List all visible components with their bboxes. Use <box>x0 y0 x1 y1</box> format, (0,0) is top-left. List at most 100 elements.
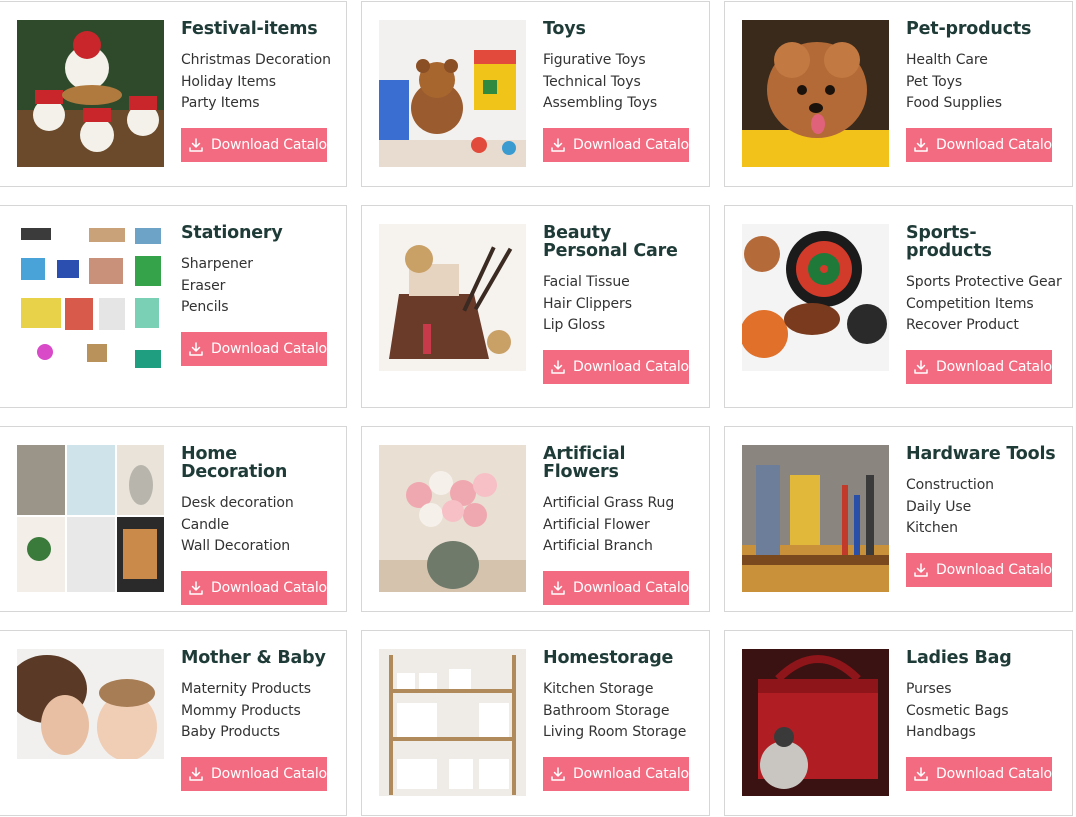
category-title: Ladies Bag <box>906 648 1012 668</box>
subcategory-item[interactable]: Kitchen Storage <box>543 679 698 701</box>
download-catalog-button[interactable]: Download Catalog <box>543 349 698 384</box>
download-catalog-button[interactable]: Download Catalog <box>906 349 1061 384</box>
subcategory-item[interactable]: Pencils <box>181 297 336 319</box>
rose-vase-photo[interactable] <box>379 445 526 592</box>
download-catalog-label: Download Catalog <box>573 765 698 782</box>
subcategory-item[interactable]: Pet Toys <box>906 72 1061 94</box>
category-title: Sports-products <box>906 223 992 261</box>
subcategory-item[interactable]: Assembling Toys <box>543 93 698 115</box>
subcategory-item[interactable]: Artificial Flower <box>543 515 698 537</box>
category-card-stationery: Stationery Sharpener Eraser Pencils Down… <box>0 205 347 408</box>
subcategory-item[interactable]: Artificial Branch <box>543 536 698 558</box>
home-decoration-image <box>17 445 164 592</box>
subcategory-item[interactable]: Christmas Decoration <box>181 50 336 72</box>
subcategory-item[interactable]: Lip Gloss <box>543 315 698 337</box>
subcategory-item[interactable]: Eraser <box>181 276 336 298</box>
download-icon <box>551 137 565 152</box>
subcategory-item[interactable]: Competition Items <box>906 294 1061 316</box>
download-catalog-button[interactable]: Download Catalog <box>181 127 336 162</box>
subcategory-item[interactable]: Technical Toys <box>543 72 698 94</box>
download-catalog-button[interactable]: Download Catalog <box>543 127 698 162</box>
download-catalog-button[interactable]: Download Catalog <box>906 552 1061 587</box>
category-info: Festival-items Christmas Decoration Holi… <box>181 20 336 162</box>
subcategory-item[interactable]: Construction <box>906 475 1061 497</box>
subcategory-item[interactable]: Figurative Toys <box>543 50 698 72</box>
category-info: Sports-products Sports Protective Gear C… <box>906 223 1062 384</box>
subcategory-item[interactable]: Maternity Products <box>181 679 336 701</box>
subcategory-item[interactable]: Facial Tissue <box>543 272 698 294</box>
stationery-grid-photo[interactable] <box>17 224 164 371</box>
category-info: Home Decoration Desk decoration Candle W… <box>181 445 336 605</box>
download-icon <box>189 580 203 595</box>
category-title: Toys <box>543 19 586 39</box>
download-catalog-label: Download Catalog <box>573 358 698 375</box>
subcategory-item[interactable]: Candle <box>181 515 336 537</box>
subcategory-item[interactable]: Holiday Items <box>181 72 336 94</box>
subcategory-list: Facial Tissue Hair Clippers Lip Gloss <box>543 272 698 337</box>
subcategory-item[interactable]: Party Items <box>181 93 336 115</box>
christmas-snowmen-photo[interactable] <box>17 20 164 167</box>
download-catalog-button[interactable]: Download Catalog <box>181 756 336 791</box>
download-catalog-button[interactable]: Download Catalog <box>906 127 1061 162</box>
category-card-home-decoration: Home Decoration Desk decoration Candle W… <box>0 426 347 612</box>
subcategory-item[interactable]: Sports Protective Gear <box>906 272 1062 294</box>
subcategory-list: Figurative Toys Technical Toys Assemblin… <box>543 50 698 115</box>
subcategory-item[interactable]: Living Room Storage <box>543 722 698 744</box>
subcategory-item[interactable]: Desk decoration <box>181 493 336 515</box>
download-catalog-button[interactable]: Download Catalog <box>543 756 698 791</box>
subcategory-list: Health Care Pet Toys Food Supplies <box>906 50 1061 115</box>
download-icon <box>551 359 565 374</box>
subcategory-item[interactable]: Baby Products <box>181 722 336 744</box>
subcategory-item[interactable]: Sharpener <box>181 254 336 276</box>
download-catalog-button[interactable]: Download Catalog <box>181 570 336 605</box>
home-decor-collage-photo[interactable] <box>17 445 164 592</box>
storage-shelf-photo[interactable] <box>379 649 526 796</box>
download-catalog-button[interactable]: Download Catalog <box>181 331 336 366</box>
category-card-mother-baby: Mother & Baby Maternity Products Mommy P… <box>0 630 347 816</box>
tool-belt-photo[interactable] <box>742 445 889 592</box>
category-title: Home Decoration <box>181 444 288 482</box>
category-card-artificial-flowers: Artificial Flowers Artificial Grass Rug … <box>361 426 710 612</box>
category-info: Pet-products Health Care Pet Toys Food S… <box>906 20 1061 162</box>
subcategory-item[interactable]: Handbags <box>906 722 1061 744</box>
poodle-dog-photo[interactable] <box>742 20 889 167</box>
subcategory-item[interactable]: Kitchen <box>906 518 1061 540</box>
category-title: Pet-products <box>906 19 1032 39</box>
download-catalog-button[interactable]: Download Catalog <box>543 570 698 605</box>
subcategory-item[interactable]: Artificial Grass Rug <box>543 493 698 515</box>
category-card-beauty-personal-care: Beauty Personal Care Facial Tissue Hair … <box>361 205 710 408</box>
category-card-hardware-tools: Hardware Tools Construction Daily Use Ki… <box>724 426 1073 612</box>
category-title: Stationery <box>181 223 283 243</box>
subcategory-list: Maternity Products Mommy Products Baby P… <box>181 679 336 744</box>
red-handbag-photo[interactable] <box>742 649 889 796</box>
subcategory-item[interactable]: Daily Use <box>906 497 1061 519</box>
subcategory-item[interactable]: Health Care <box>906 50 1061 72</box>
stationery-image <box>17 224 164 371</box>
download-catalog-label: Download Catalog <box>573 136 698 153</box>
download-catalog-button[interactable]: Download Catalog <box>906 756 1061 791</box>
subcategory-item[interactable]: Wall Decoration <box>181 536 336 558</box>
mother-baby-photo[interactable] <box>17 649 164 796</box>
pet-image <box>742 20 889 167</box>
christmas-snowmen-image <box>17 20 164 167</box>
mother-baby-image <box>17 649 164 796</box>
sports-image <box>742 224 889 371</box>
subcategory-item[interactable]: Cosmetic Bags <box>906 701 1061 723</box>
sports-balls-photo[interactable] <box>742 224 889 371</box>
download-icon <box>189 341 203 356</box>
category-title: Artificial Flowers <box>543 444 626 482</box>
subcategory-item[interactable]: Mommy Products <box>181 701 336 723</box>
subcategory-item[interactable]: Hair Clippers <box>543 294 698 316</box>
cosmetics-bag-photo[interactable] <box>379 224 526 371</box>
category-title: Festival-items <box>181 19 318 39</box>
hardware-tools-image <box>742 445 889 592</box>
subcategory-item[interactable]: Recover Product <box>906 315 1061 337</box>
subcategory-item[interactable]: Purses <box>906 679 1061 701</box>
subcategory-item[interactable]: Food Supplies <box>906 93 1061 115</box>
download-catalog-label: Download Catalog <box>211 579 336 596</box>
download-catalog-label: Download Catalog <box>936 765 1061 782</box>
subcategory-item[interactable]: Bathroom Storage <box>543 701 698 723</box>
category-info: Hardware Tools Construction Daily Use Ki… <box>906 445 1061 587</box>
toys-teddy-bear-photo[interactable] <box>379 20 526 167</box>
subcategory-list: Desk decoration Candle Wall Decoration <box>181 493 336 558</box>
